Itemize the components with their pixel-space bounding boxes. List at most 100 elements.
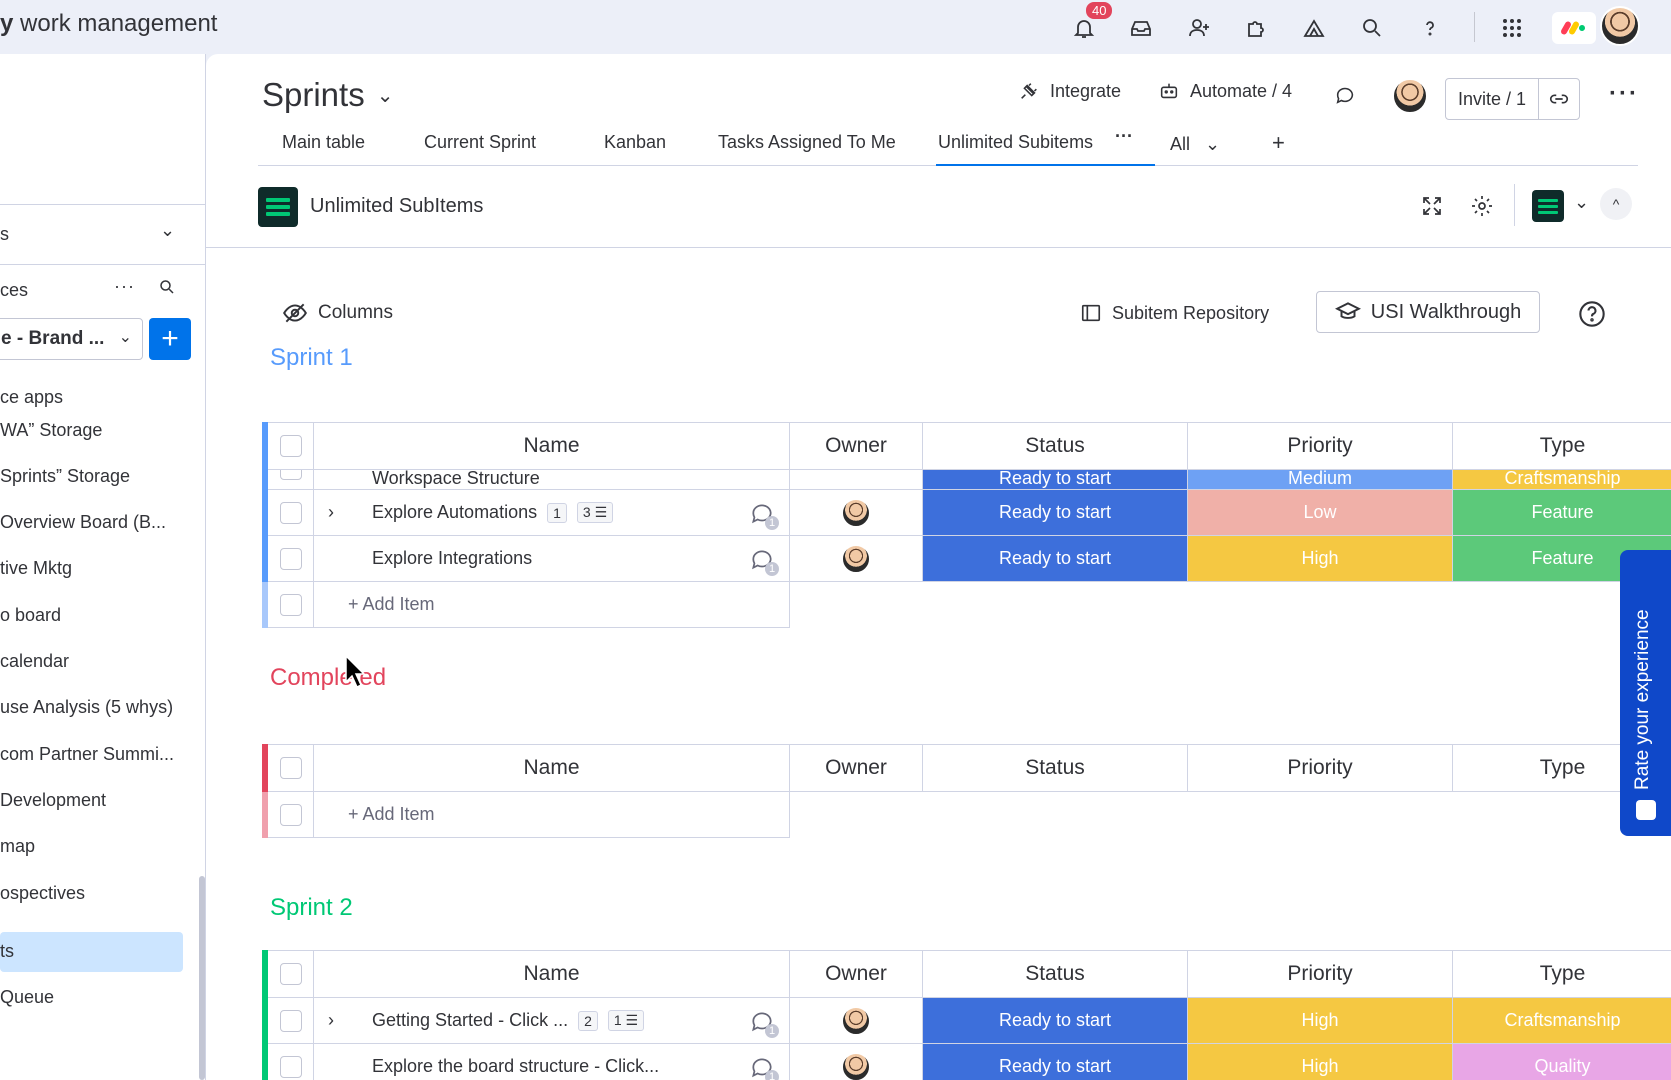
type-cell[interactable]: Craftsmanship bbox=[1453, 998, 1671, 1044]
more-options-icon[interactable]: ··· bbox=[114, 276, 135, 297]
copy-link-icon[interactable] bbox=[1539, 88, 1579, 110]
search-icon[interactable] bbox=[1354, 10, 1390, 46]
owner-avatar[interactable] bbox=[841, 1051, 871, 1080]
priority-cell[interactable]: Low bbox=[1188, 490, 1453, 536]
table-row[interactable]: › Explore Automations 1 3 ☰ 1 Ready to s… bbox=[262, 490, 1671, 536]
priority-cell[interactable]: Medium bbox=[1188, 470, 1453, 490]
tab-current-sprint[interactable]: Current Sprint bbox=[424, 132, 536, 153]
apps-puzzle-icon[interactable] bbox=[1239, 10, 1275, 46]
checkbox[interactable] bbox=[279, 963, 302, 985]
item-name-cell[interactable]: Explore Integrations 1 bbox=[314, 536, 790, 582]
integrate-button[interactable]: Integrate bbox=[1018, 80, 1121, 102]
sidebar-item[interactable]: WA” Storage bbox=[0, 420, 102, 441]
table-row-partial[interactable]: Workspace Structure Ready to start Mediu… bbox=[262, 470, 1671, 490]
sidebar-item[interactable]: tive Mktg bbox=[0, 558, 72, 579]
tab-tasks-assigned[interactable]: Tasks Assigned To Me bbox=[718, 132, 896, 153]
column-header-type[interactable]: Type bbox=[1453, 422, 1671, 470]
row-checkbox[interactable] bbox=[279, 547, 302, 570]
group-title-completed[interactable]: Completed bbox=[270, 664, 386, 692]
select-all-cell[interactable] bbox=[268, 422, 314, 470]
status-cell[interactable]: Ready to start bbox=[923, 536, 1188, 582]
owner-cell[interactable] bbox=[790, 536, 923, 582]
fullscreen-icon[interactable] bbox=[1420, 194, 1444, 223]
status-cell[interactable]: Ready to start bbox=[923, 490, 1188, 536]
expand-chevron-icon[interactable]: › bbox=[328, 1010, 334, 1031]
owner-cell[interactable] bbox=[790, 998, 923, 1044]
checkbox[interactable] bbox=[279, 757, 302, 779]
type-cell[interactable]: Feature bbox=[1453, 490, 1671, 536]
tab-all-dropdown[interactable]: All ⌄ bbox=[1170, 134, 1220, 155]
tab-unlimited-subitems[interactable]: Unlimited Subitems bbox=[938, 132, 1093, 153]
item-updates-icon[interactable]: 1 bbox=[749, 546, 779, 576]
item-name-cell[interactable]: › Explore Automations 1 3 ☰ 1 bbox=[314, 490, 790, 536]
expand-chevron-icon[interactable]: › bbox=[328, 502, 334, 523]
add-view-button[interactable]: + bbox=[1272, 130, 1285, 156]
type-cell[interactable]: Quality bbox=[1453, 1044, 1671, 1080]
priority-cell[interactable]: High bbox=[1188, 1044, 1453, 1080]
board-owner-avatar[interactable] bbox=[1392, 78, 1428, 114]
walkthrough-button[interactable]: USI Walkthrough bbox=[1316, 291, 1540, 333]
item-name[interactable]: Explore Integrations bbox=[372, 548, 532, 569]
app-switcher-icon[interactable] bbox=[1532, 190, 1564, 222]
help-circle-icon[interactable] bbox=[1578, 300, 1606, 333]
item-updates-icon[interactable]: 1 bbox=[749, 500, 779, 530]
group-title-sprint-2[interactable]: Sprint 2 bbox=[270, 894, 353, 922]
column-header-status[interactable]: Status bbox=[923, 950, 1188, 998]
sidebar-item[interactable]: ce apps bbox=[0, 387, 63, 408]
table-row[interactable]: Explore Integrations 1 Ready to start Hi… bbox=[262, 536, 1671, 582]
more-options-icon[interactable]: ··· bbox=[1609, 80, 1639, 108]
monday-logo-icon[interactable] bbox=[1552, 12, 1596, 44]
marketplace-icon[interactable] bbox=[1296, 10, 1332, 46]
tab-kanban[interactable]: Kanban bbox=[604, 132, 666, 153]
status-cell[interactable]: Ready to start bbox=[923, 1044, 1188, 1080]
item-name[interactable]: Explore the board structure - Click... bbox=[372, 1056, 659, 1077]
column-header-owner[interactable]: Owner bbox=[790, 422, 923, 470]
row-checkbox[interactable] bbox=[279, 1055, 302, 1078]
workspace-selector[interactable]: e - Brand ... ⌄ bbox=[0, 318, 143, 360]
collapse-chevron-up-icon[interactable]: ^ bbox=[1600, 188, 1632, 220]
chevron-down-icon[interactable]: ⌄ bbox=[1574, 192, 1589, 213]
user-avatar[interactable] bbox=[1600, 6, 1640, 46]
checkbox[interactable] bbox=[279, 803, 302, 826]
subitem-repository-button[interactable]: Subitem Repository bbox=[1080, 302, 1269, 324]
status-cell[interactable]: Ready to start bbox=[923, 998, 1188, 1044]
item-count-badge[interactable]: 1 bbox=[547, 502, 567, 523]
checkbox[interactable] bbox=[279, 435, 302, 457]
type-cell[interactable]: Craftsmanship bbox=[1453, 470, 1671, 490]
invite-members-icon[interactable] bbox=[1181, 10, 1217, 46]
item-name[interactable]: Explore Automations bbox=[372, 502, 537, 523]
column-header-status[interactable]: Status bbox=[923, 422, 1188, 470]
column-header-type[interactable]: Type bbox=[1453, 950, 1671, 998]
sidebar-item[interactable]: o board bbox=[0, 605, 61, 626]
item-name[interactable]: Workspace Structure bbox=[314, 470, 790, 490]
settings-gear-icon[interactable] bbox=[1470, 194, 1494, 223]
sidebar-item[interactable]: com Partner Summi... bbox=[0, 744, 174, 765]
subitems-count-badge[interactable]: 3 ☰ bbox=[576, 502, 614, 523]
add-item-input[interactable]: + Add Item bbox=[314, 582, 790, 628]
sidebar-item[interactable]: use Analysis (5 whys) bbox=[0, 697, 173, 718]
owner-avatar[interactable] bbox=[841, 1005, 871, 1036]
notifications-bell-icon[interactable]: 40 bbox=[1066, 0, 1115, 46]
status-cell[interactable]: Ready to start bbox=[923, 470, 1188, 490]
tab-main-table[interactable]: Main table bbox=[282, 132, 365, 153]
sidebar-item[interactable]: Overview Board (B... bbox=[0, 512, 166, 533]
column-header-status[interactable]: Status bbox=[923, 744, 1188, 792]
priority-cell[interactable]: High bbox=[1188, 998, 1453, 1044]
chevron-down-icon[interactable]: ⌄ bbox=[160, 220, 175, 241]
sidebar-item[interactable]: calendar bbox=[0, 651, 69, 672]
owner-avatar[interactable] bbox=[841, 497, 871, 528]
sidebar-item[interactable]: Sprints” Storage bbox=[0, 466, 130, 487]
updates-chat-icon[interactable] bbox=[1334, 84, 1356, 106]
search-icon[interactable] bbox=[158, 278, 176, 301]
item-name-cell[interactable]: Explore the board structure - Click... 1 bbox=[314, 1044, 790, 1080]
sidebar-item[interactable]: ospectives bbox=[0, 883, 85, 904]
sidebar-item-active[interactable]: ts bbox=[0, 941, 14, 962]
add-workspace-item-button[interactable]: + bbox=[149, 318, 191, 360]
checkbox[interactable] bbox=[279, 593, 302, 616]
columns-button[interactable]: Columns bbox=[282, 300, 393, 326]
column-header-priority[interactable]: Priority bbox=[1188, 422, 1453, 470]
add-item-input[interactable]: + Add Item bbox=[314, 792, 790, 838]
item-name[interactable]: Getting Started - Click ... bbox=[372, 1010, 568, 1031]
board-title[interactable]: Sprints ⌄ bbox=[262, 76, 393, 114]
column-header-priority[interactable]: Priority bbox=[1188, 950, 1453, 998]
